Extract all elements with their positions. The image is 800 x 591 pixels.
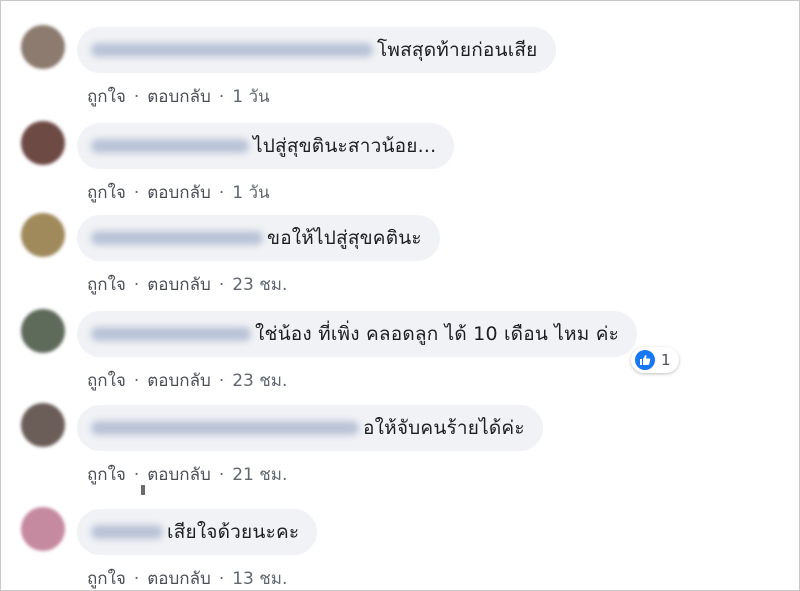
comment-text: ใช่น้อง ที่เพิ่ง คลอดลูก ได้ 10 เดือน ไห…	[255, 323, 620, 345]
commenter-name-blurred[interactable]	[91, 43, 373, 57]
comment-text: อให้จับคนร้ายได้ค่ะ	[363, 417, 525, 439]
timestamp[interactable]: 21 ชม.	[232, 465, 287, 485]
separator-dot: ·	[133, 183, 140, 203]
reply-button[interactable]: ตอบกลับ	[147, 371, 211, 391]
timestamp[interactable]: 23 ชม.	[232, 275, 287, 295]
separator-dot: ·	[218, 87, 225, 107]
separator-dot: ·	[133, 87, 140, 107]
like-button[interactable]: ถูกใจ	[87, 371, 126, 391]
separator-dot: ·	[218, 275, 225, 295]
like-button[interactable]: ถูกใจ	[87, 275, 126, 295]
avatar[interactable]	[21, 121, 65, 165]
commenter-name-blurred[interactable]	[91, 139, 249, 153]
commenter-name-blurred[interactable]	[91, 525, 163, 539]
timestamp[interactable]: 1 วัน	[232, 87, 269, 107]
like-button[interactable]: ถูกใจ	[87, 87, 126, 107]
comment-actions: ถูกใจ · ตอบกลับ · 23 ชม.	[87, 271, 287, 298]
reply-button[interactable]: ตอบกลับ	[147, 87, 211, 107]
avatar[interactable]	[21, 213, 65, 257]
comment-text: เสียใจด้วยนะคะ	[167, 521, 300, 543]
comment-item: โพสสุดท้ายก่อนเสีย ถูกใจ · ตอบกลับ · 1 วัน	[1, 25, 799, 121]
like-icon	[635, 350, 655, 370]
avatar[interactable]	[21, 25, 65, 69]
like-button[interactable]: ถูกใจ	[87, 569, 126, 589]
avatar[interactable]	[21, 507, 65, 551]
comment-item: ใช่น้อง ที่เพิ่ง คลอดลูก ได้ 10 เดือน ไห…	[1, 309, 799, 405]
comment-item: เสียใจด้วยนะคะ ถูกใจ · ตอบกลับ · 13 ชม.	[1, 507, 799, 590]
timestamp[interactable]: 13 ชม.	[232, 569, 287, 589]
reaction-count[interactable]: 1	[631, 347, 679, 373]
avatar[interactable]	[21, 403, 65, 447]
separator-dot: ·	[133, 275, 140, 295]
separator-dot: ·	[133, 465, 140, 485]
comment-text: ไปสู่สุขตินะสาวน้อย...	[253, 135, 437, 157]
separator-dot: ·	[133, 371, 140, 391]
comment-item: อให้จับคนร้ายได้ค่ะ ถูกใจ · ตอบกลับ · 21 ชม.	[1, 403, 799, 499]
comment-bubble: อให้จับคนร้ายได้ค่ะ	[77, 405, 543, 451]
stray-mark	[141, 485, 145, 495]
separator-dot: ·	[218, 569, 225, 589]
comment-actions: ถูกใจ · ตอบกลับ · 13 ชม.	[87, 565, 287, 590]
comments-panel: โพสสุดท้ายก่อนเสีย ถูกใจ · ตอบกลับ · 1 วัน ไ…	[0, 0, 800, 591]
separator-dot: ·	[218, 183, 225, 203]
like-button[interactable]: ถูกใจ	[87, 183, 126, 203]
avatar[interactable]	[21, 309, 65, 353]
comment-text: ขอให้ไปสู่สุขคตินะ	[267, 227, 422, 249]
separator-dot: ·	[133, 569, 140, 589]
comment-text: โพสสุดท้ายก่อนเสีย	[377, 39, 538, 61]
commenter-name-blurred[interactable]	[91, 231, 263, 245]
reply-button[interactable]: ตอบกลับ	[147, 569, 211, 589]
comment-item: ไปสู่สุขตินะสาวน้อย... ถูกใจ · ตอบกลับ · 1 ว…	[1, 121, 799, 217]
comment-bubble: โพสสุดท้ายก่อนเสีย	[77, 27, 556, 73]
comment-bubble: ไปสู่สุขตินะสาวน้อย...	[77, 123, 455, 169]
timestamp[interactable]: 1 วัน	[232, 183, 269, 203]
reply-button[interactable]: ตอบกลับ	[147, 183, 211, 203]
comment-bubble: เสียใจด้วยนะคะ	[77, 509, 318, 555]
comment-bubble: ขอให้ไปสู่สุขคตินะ	[77, 215, 440, 261]
separator-dot: ·	[218, 371, 225, 391]
reply-button[interactable]: ตอบกลับ	[147, 275, 211, 295]
comment-actions: ถูกใจ · ตอบกลับ · 1 วัน	[87, 83, 270, 110]
like-button[interactable]: ถูกใจ	[87, 465, 126, 485]
comment-item: ขอให้ไปสู่สุขคตินะ ถูกใจ · ตอบกลับ · 23 ชม.	[1, 213, 799, 309]
separator-dot: ·	[218, 465, 225, 485]
comment-actions: ถูกใจ · ตอบกลับ · 1 วัน	[87, 179, 270, 206]
comment-actions: ถูกใจ · ตอบกลับ · 21 ชม.	[87, 461, 287, 488]
comment-bubble: ใช่น้อง ที่เพิ่ง คลอดลูก ได้ 10 เดือน ไห…	[77, 311, 638, 357]
commenter-name-blurred[interactable]	[91, 327, 251, 341]
reply-button[interactable]: ตอบกลับ	[147, 465, 211, 485]
comment-actions: ถูกใจ · ตอบกลับ · 23 ชม.	[87, 367, 287, 394]
commenter-name-blurred[interactable]	[91, 421, 359, 435]
reaction-count-value: 1	[661, 351, 671, 369]
timestamp[interactable]: 23 ชม.	[232, 371, 287, 391]
